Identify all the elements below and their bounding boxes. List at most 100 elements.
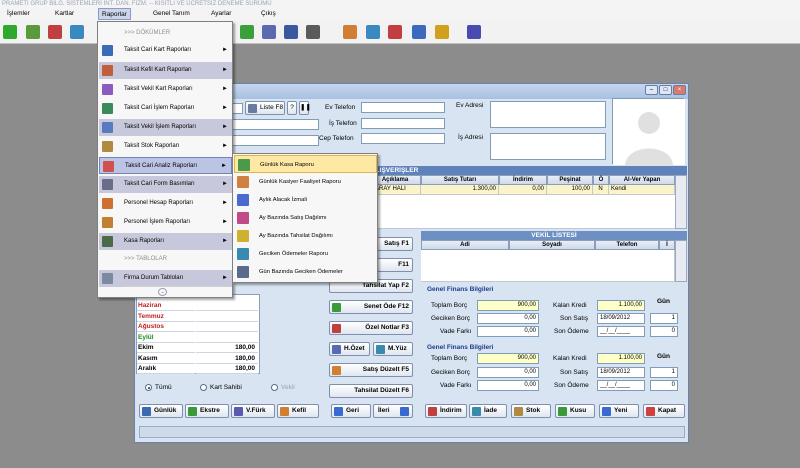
users-icon[interactable] (343, 25, 357, 39)
col-telefon[interactable]: Telefon (595, 240, 659, 250)
sales-cell[interactable]: 100,00 (547, 185, 593, 195)
gunluk-button[interactable]: Günlük (139, 404, 183, 418)
calculator-icon[interactable] (412, 25, 426, 39)
senet-ode-button[interactable]: Senet Öde F12 (329, 300, 413, 314)
geri-button[interactable]: Geri (331, 404, 371, 418)
window-icon[interactable] (388, 25, 402, 39)
kapat-button[interactable]: Kapat (643, 404, 685, 418)
m-yuz-button[interactable]: M.Yüz (373, 342, 413, 356)
submenu-item[interactable]: Ay Bazında Satış Dağılımı (234, 209, 377, 227)
son-odeme-field[interactable]: __/__/____ (597, 326, 645, 337)
menu-item[interactable]: Personel Hesap Raporları ► (99, 195, 232, 212)
vekil-scrollbar[interactable] (675, 240, 687, 282)
list-icon[interactable] (306, 25, 320, 39)
col-satis-tutari[interactable]: Satış Tutarı (421, 175, 499, 185)
is-telefon-field[interactable] (361, 118, 445, 129)
book-icon[interactable] (284, 25, 298, 39)
submenu-item[interactable]: Aylık Alacak İzmali (234, 191, 377, 209)
search-button[interactable]: ? (287, 101, 297, 115)
new-icon (602, 407, 611, 416)
menu-item[interactable]: Firma Durum Tabloları ► (99, 270, 232, 287)
menu-raporlar[interactable]: Raporlar (98, 8, 131, 20)
ozel-notlar-button[interactable]: Özel Notlar F3 (329, 321, 413, 335)
close-button[interactable]: × (673, 85, 686, 95)
menu-item[interactable]: Taksit Vekil Kart Raporları ► (99, 81, 232, 98)
h-ozet-button[interactable]: H.Özet (329, 342, 370, 356)
v-furk-button[interactable]: V.Fürk (231, 404, 275, 418)
menu-genel-tanim[interactable]: Genel Tanım (150, 10, 193, 17)
col-pesinat[interactable]: Peşinat (547, 175, 593, 185)
stok-button[interactable]: Stok (511, 404, 551, 418)
menu-divider (123, 286, 230, 287)
satis-duzelt-button[interactable]: Satış Düzelt F5 (329, 363, 413, 377)
pin-icon[interactable] (48, 25, 62, 39)
exit-icon[interactable] (467, 25, 481, 39)
month-name: Aralık (137, 364, 195, 374)
expand-more-icon[interactable]: ⌄ (158, 288, 167, 296)
vekil-rows (421, 250, 675, 282)
ileri-button[interactable]: İleri (373, 404, 413, 418)
menu-item[interactable]: Taksit Cari İşlem Raporları ► (99, 100, 232, 117)
contact-icon[interactable] (70, 25, 84, 39)
pause-button[interactable]: ❚❚ (299, 101, 311, 115)
liste-button[interactable]: Liste F8 (245, 101, 285, 115)
menu-kartlar[interactable]: Kartlar (52, 10, 77, 17)
menu-ayarlar[interactable]: Ayarlar (208, 10, 234, 17)
menu-cikis[interactable]: Çıkış (258, 10, 279, 17)
vekil-radio[interactable] (271, 384, 278, 391)
yeni-button[interactable]: Yeni (599, 404, 639, 418)
month-value (196, 301, 258, 311)
people-icon[interactable] (26, 25, 40, 39)
sales-cell[interactable]: 1.300,00 (421, 185, 499, 195)
submenu-item[interactable]: Geciken Ödemeler Raporu (234, 245, 377, 263)
submenu-item[interactable]: Ay Bazında Tahsilat Dağılımı (234, 227, 377, 245)
kart-sahibi-radio[interactable] (200, 384, 207, 391)
col-adi[interactable]: Adi (421, 240, 509, 250)
tumu-radio[interactable] (145, 384, 152, 391)
surname-field[interactable] (231, 135, 319, 146)
ev-adresi-field[interactable] (490, 101, 606, 128)
indirim-button[interactable]: İndirim (425, 404, 467, 418)
tree-icon[interactable] (366, 25, 380, 39)
menu-item[interactable]: Taksit Stok Raporları ► (99, 138, 232, 155)
menu-item[interactable]: Taksit Cari Kart Raporları ► (99, 42, 232, 59)
iade-button[interactable]: İade (469, 404, 507, 418)
kusu-button[interactable]: Kusu (555, 404, 595, 418)
minimize-button[interactable]: – (645, 85, 658, 95)
tahsilat-duzelt-button[interactable]: Tahsilat Düzelt F6 (329, 384, 413, 398)
ev-telefon-field[interactable] (361, 102, 445, 113)
col-indirim[interactable]: İndirim (499, 175, 547, 185)
notes-icon[interactable] (262, 25, 276, 39)
yeni-label: Yeni (614, 407, 628, 414)
sales-cell[interactable]: Kendi (609, 185, 675, 195)
sales-cell[interactable]: N (593, 185, 609, 195)
calendar-icon (142, 407, 151, 416)
col-soyadi[interactable]: Soyadı (509, 240, 595, 250)
col-al-ver-yapan[interactable]: Al-Ver Yapan (609, 175, 675, 185)
submenu-item[interactable]: Günlük Kasiyer Faaliyet Raporu (234, 173, 377, 191)
son-odeme-field[interactable]: __/__/____ (597, 380, 645, 391)
menu-item[interactable]: Taksit Cari Analiz Raporları ► (99, 157, 232, 174)
is-adresi-field[interactable] (490, 133, 606, 160)
maximize-button[interactable]: □ (659, 85, 672, 95)
submenu-item[interactable]: Günlük Kasa Raporu (234, 155, 377, 173)
kefil-button[interactable]: Kefil (277, 404, 319, 418)
menu-item[interactable]: Taksit Kefil Kart Raporları ► (99, 62, 232, 79)
lock-icon[interactable] (435, 25, 449, 39)
sales-scrollbar[interactable] (675, 175, 687, 229)
document-icon[interactable] (240, 25, 254, 39)
sales-cell[interactable]: 0,00 (499, 185, 547, 195)
submenu-item[interactable]: Gün Bazında Geciken Ödemeler (234, 263, 377, 281)
col-i[interactable]: İ (659, 240, 675, 250)
menu-item[interactable]: Taksit Cari Form Basımları ► (99, 176, 232, 193)
add-icon[interactable] (3, 25, 17, 39)
name-field[interactable] (231, 119, 319, 130)
menu-item[interactable]: Kasa Raporları ► (99, 233, 232, 250)
cep-telefon-field[interactable] (361, 133, 445, 144)
ekstre-button[interactable]: Ekstre (185, 404, 229, 418)
menu-item[interactable]: Personel İşlem Raporları ► (99, 214, 232, 231)
menu-islemler[interactable]: İşlemler (4, 10, 33, 17)
f11-label: F11 (398, 261, 409, 268)
menu-item[interactable]: Taksit Vekil İşlem Raporları ► (99, 119, 232, 136)
col-o[interactable]: Ö (593, 175, 609, 185)
